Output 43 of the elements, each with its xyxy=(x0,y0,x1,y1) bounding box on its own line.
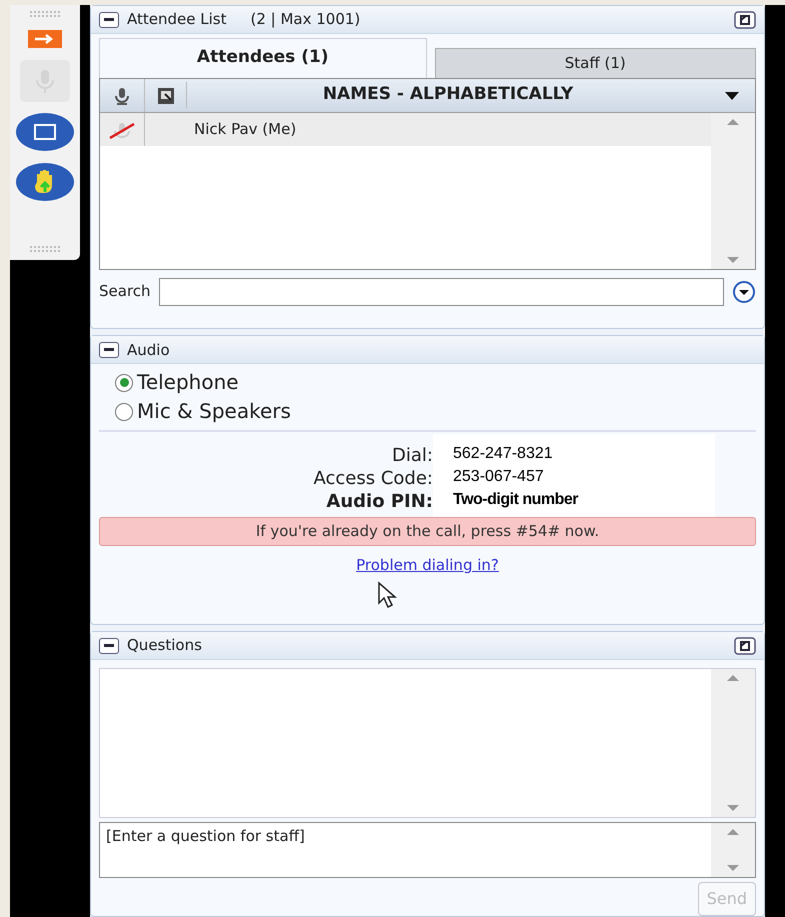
search-field[interactable] xyxy=(158,278,724,306)
scroll-up-icon[interactable] xyxy=(727,829,739,835)
panel-title: Audio xyxy=(127,340,170,361)
scroll-up-icon[interactable] xyxy=(727,675,739,681)
detail-label: Access Code: xyxy=(312,467,433,490)
collapse-button[interactable] xyxy=(99,12,119,28)
minus-icon xyxy=(104,18,114,21)
radio-option[interactable]: Mic & Speakers xyxy=(115,397,740,426)
tab[interactable]: Staff (1) xyxy=(434,48,756,78)
raised-hand-icon[interactable] xyxy=(15,162,75,202)
attendee-row[interactable]: Nick Pav (Me) xyxy=(100,112,711,146)
radio-button[interactable] xyxy=(115,374,133,392)
detail-value: 253-067-457 xyxy=(453,467,545,488)
tab[interactable]: Attendees (1) xyxy=(99,38,426,78)
popout-icon[interactable] xyxy=(734,10,756,28)
minus-icon xyxy=(104,348,114,352)
screen-icon[interactable] xyxy=(15,112,75,152)
notice-banner: If you're already on the call, press #54# now. xyxy=(99,517,756,546)
scroll-down-icon[interactable] xyxy=(727,865,739,871)
scrollbar[interactable] xyxy=(711,112,755,268)
scrollbar[interactable] xyxy=(711,669,755,817)
panel-title: Attendee List xyxy=(127,9,226,30)
dropdown-icon[interactable] xyxy=(732,280,756,304)
collapse-button[interactable] xyxy=(99,342,119,358)
detail-label: Dial: xyxy=(391,444,433,468)
arrow-icon[interactable] xyxy=(28,27,62,50)
attendee-count: (2 | Max 1001) xyxy=(250,9,360,30)
cursor-icon xyxy=(377,581,399,610)
search-label: Search xyxy=(99,281,151,302)
detail-value: 562-247-8321 xyxy=(453,444,554,464)
minus-icon xyxy=(104,644,114,647)
popout-icon[interactable] xyxy=(734,636,756,654)
radio-button[interactable] xyxy=(115,402,133,421)
scroll-down-icon[interactable] xyxy=(727,805,739,811)
radio-option[interactable]: Telephone xyxy=(115,368,740,398)
scroll-up-icon[interactable] xyxy=(727,118,739,124)
scroll-down-icon[interactable] xyxy=(727,256,739,262)
detail-value: Two-digit number xyxy=(453,490,580,510)
attendee-name: Nick Pav (Me) xyxy=(193,118,296,140)
collapse-button[interactable] xyxy=(99,638,119,654)
help-link[interactable]: Problem dialing in? xyxy=(356,556,499,574)
detail-label: Audio PIN: xyxy=(325,490,433,514)
panel-title: Questions xyxy=(127,635,202,656)
